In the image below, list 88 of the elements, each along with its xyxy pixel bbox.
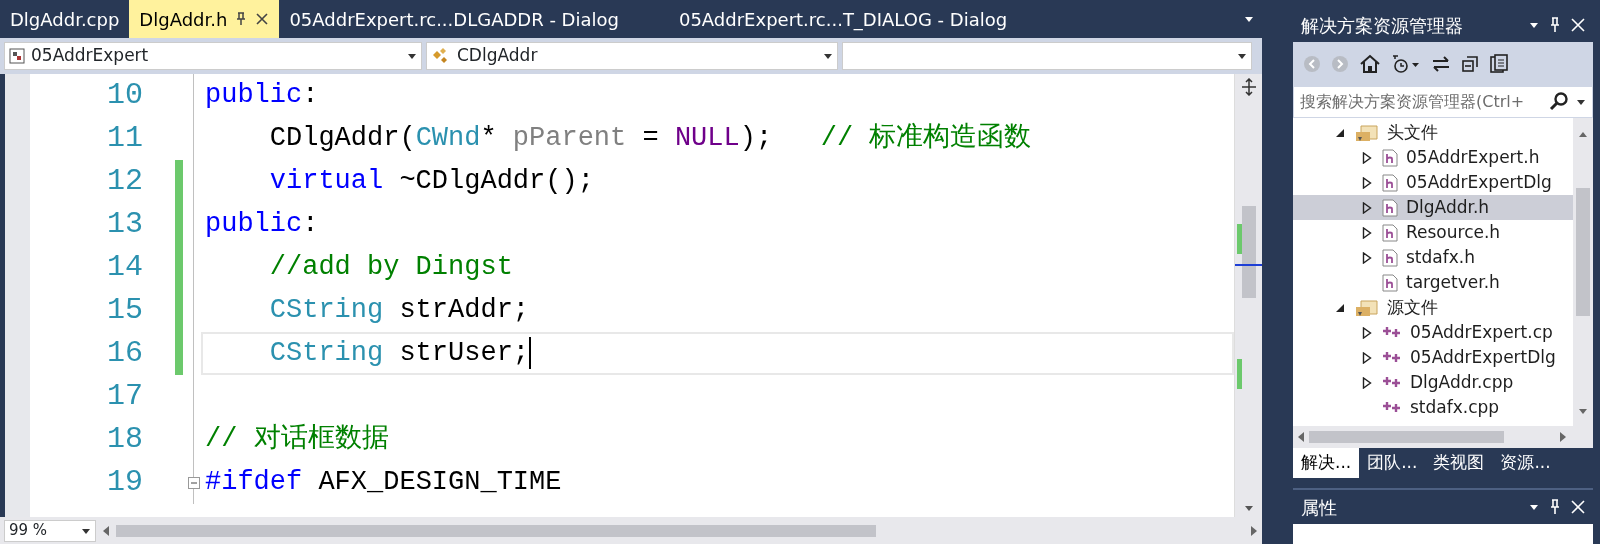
search-icon[interactable] — [1548, 92, 1570, 112]
panel-tab[interactable]: 类视图 — [1425, 448, 1493, 478]
scroll-down-icon[interactable] — [1578, 408, 1588, 416]
scrollbar-thumb[interactable] — [116, 524, 876, 537]
editor-tab[interactable]: DlgAddr.h — [129, 0, 280, 38]
code-line: CString strUser; — [201, 332, 1234, 375]
scrollbar-thumb[interactable] — [1576, 188, 1590, 316]
class-dropdown[interactable]: CDlgAddr — [426, 42, 838, 70]
line-number: 18 — [106, 421, 144, 458]
editor-tab[interactable]: 05AddrExpert.rc...DLGADDR - Dialog — [279, 0, 629, 38]
scrollbar-thumb[interactable] — [1309, 431, 1504, 443]
tree-item[interactable]: stdafx.h — [1293, 245, 1573, 270]
tree-item[interactable]: Resource.h — [1293, 220, 1573, 245]
tree-item[interactable]: stdafx.cpp — [1293, 395, 1573, 420]
tree-item[interactable]: 05AddrExpertDlg — [1293, 345, 1573, 370]
panel-tab[interactable]: 资源... — [1492, 448, 1559, 478]
code-line: CDlgAddr(CWnd* pParent = NULL); // 标准构造函数 — [268, 121, 1033, 155]
code-line: //add by Dingst — [268, 251, 514, 284]
code-line: virtual ~CDlgAddr(); — [268, 165, 595, 198]
tree-item[interactable]: 头文件 — [1293, 120, 1573, 145]
expand-icon[interactable] — [1362, 176, 1372, 189]
tree-item[interactable]: 05AddrExpertDlg — [1293, 170, 1573, 195]
history-icon[interactable] — [1391, 54, 1421, 74]
dropdown-arrow-icon[interactable] — [823, 51, 833, 61]
code-line: public: — [204, 208, 320, 241]
editor-tab[interactable]: DlgAddr.cpp — [0, 0, 130, 38]
collapse-all-icon[interactable] — [1461, 55, 1479, 73]
editor-tab[interactable]: 05AddrExpert.rc...T_DIALOG - Dialog — [668, 0, 1018, 38]
split-icon[interactable] — [1240, 78, 1257, 96]
collapse-icon[interactable] — [188, 477, 200, 489]
scroll-left-icon[interactable] — [1297, 431, 1305, 443]
change-marker — [1237, 224, 1242, 254]
project-icon — [9, 48, 25, 64]
code-line: #ifdef AFX_DESIGN_TIME — [204, 466, 563, 499]
expand-icon[interactable] — [1362, 326, 1372, 339]
expand-icon[interactable] — [1362, 251, 1372, 264]
expand-icon[interactable] — [1362, 226, 1372, 239]
tree-item[interactable]: targetver.h — [1293, 270, 1573, 295]
scrollbar-thumb[interactable] — [1242, 206, 1256, 298]
expand-icon[interactable] — [1362, 201, 1372, 214]
line-number: 10 — [106, 77, 144, 114]
dropdown-arrow-icon[interactable] — [407, 51, 417, 61]
expanded-icon[interactable] — [1335, 302, 1345, 313]
close-icon[interactable] — [255, 12, 270, 26]
panel-title: 解决方案资源管理器 — [1301, 13, 1463, 38]
dropdown-arrow-icon[interactable] — [1237, 51, 1247, 61]
text-cursor — [529, 336, 532, 369]
properties-icon[interactable] — [1489, 54, 1509, 74]
pin-icon[interactable] — [235, 12, 248, 26]
dropdown-arrow-icon[interactable] — [1576, 97, 1586, 107]
tree-item[interactable]: DlgAddr.cpp — [1293, 370, 1573, 395]
scroll-up-icon[interactable] — [1578, 130, 1588, 138]
caret-marker — [1235, 264, 1262, 266]
scroll-right-icon[interactable] — [1250, 524, 1258, 537]
change-marker — [1237, 359, 1242, 389]
search-field[interactable]: 搜索解决方案资源管理器(Ctrl+ — [1293, 86, 1593, 118]
line-number: 17 — [106, 378, 144, 415]
project-dropdown[interactable]: 05AddrExpert — [4, 42, 422, 70]
expand-icon[interactable] — [1362, 351, 1372, 364]
tree-item[interactable]: 源文件 — [1293, 295, 1573, 320]
scroll-down-icon[interactable] — [1244, 503, 1254, 513]
dropdown-arrow-icon[interactable] — [1529, 20, 1539, 30]
expand-icon[interactable] — [1362, 376, 1372, 389]
code-line: // 对话框数据 — [204, 423, 390, 456]
line-number: 19 — [106, 464, 144, 501]
expanded-icon[interactable] — [1335, 127, 1345, 138]
scroll-left-icon[interactable] — [102, 524, 110, 537]
tree-item[interactable]: 05AddrExpert.h — [1293, 145, 1573, 170]
line-number: 13 — [106, 206, 144, 243]
line-number: 15 — [106, 292, 144, 329]
tree-item[interactable]: DlgAddr.h — [1293, 195, 1573, 220]
line-number: 16 — [106, 335, 144, 372]
sync-icon[interactable] — [1431, 55, 1451, 73]
line-number: 12 — [106, 163, 144, 200]
panel-title: 属性 — [1301, 495, 1337, 520]
code-line: CString strAddr; — [268, 294, 531, 327]
expand-icon[interactable] — [1362, 151, 1372, 164]
panel-tab[interactable]: 解决... — [1293, 448, 1360, 478]
zoom-dropdown[interactable]: 99 % — [4, 519, 96, 542]
scroll-right-icon[interactable] — [1559, 431, 1567, 443]
dropdown-arrow-icon[interactable] — [1244, 14, 1254, 24]
line-number: 14 — [106, 249, 144, 286]
panel-tab[interactable]: 团队... — [1359, 448, 1426, 478]
home-icon[interactable] — [1359, 54, 1381, 74]
dropdown-arrow-icon[interactable] — [1529, 502, 1539, 512]
line-number: 11 — [106, 120, 144, 157]
code-line: public: — [204, 79, 320, 112]
tree-item[interactable]: 05AddrExpert.cp — [1293, 320, 1573, 345]
